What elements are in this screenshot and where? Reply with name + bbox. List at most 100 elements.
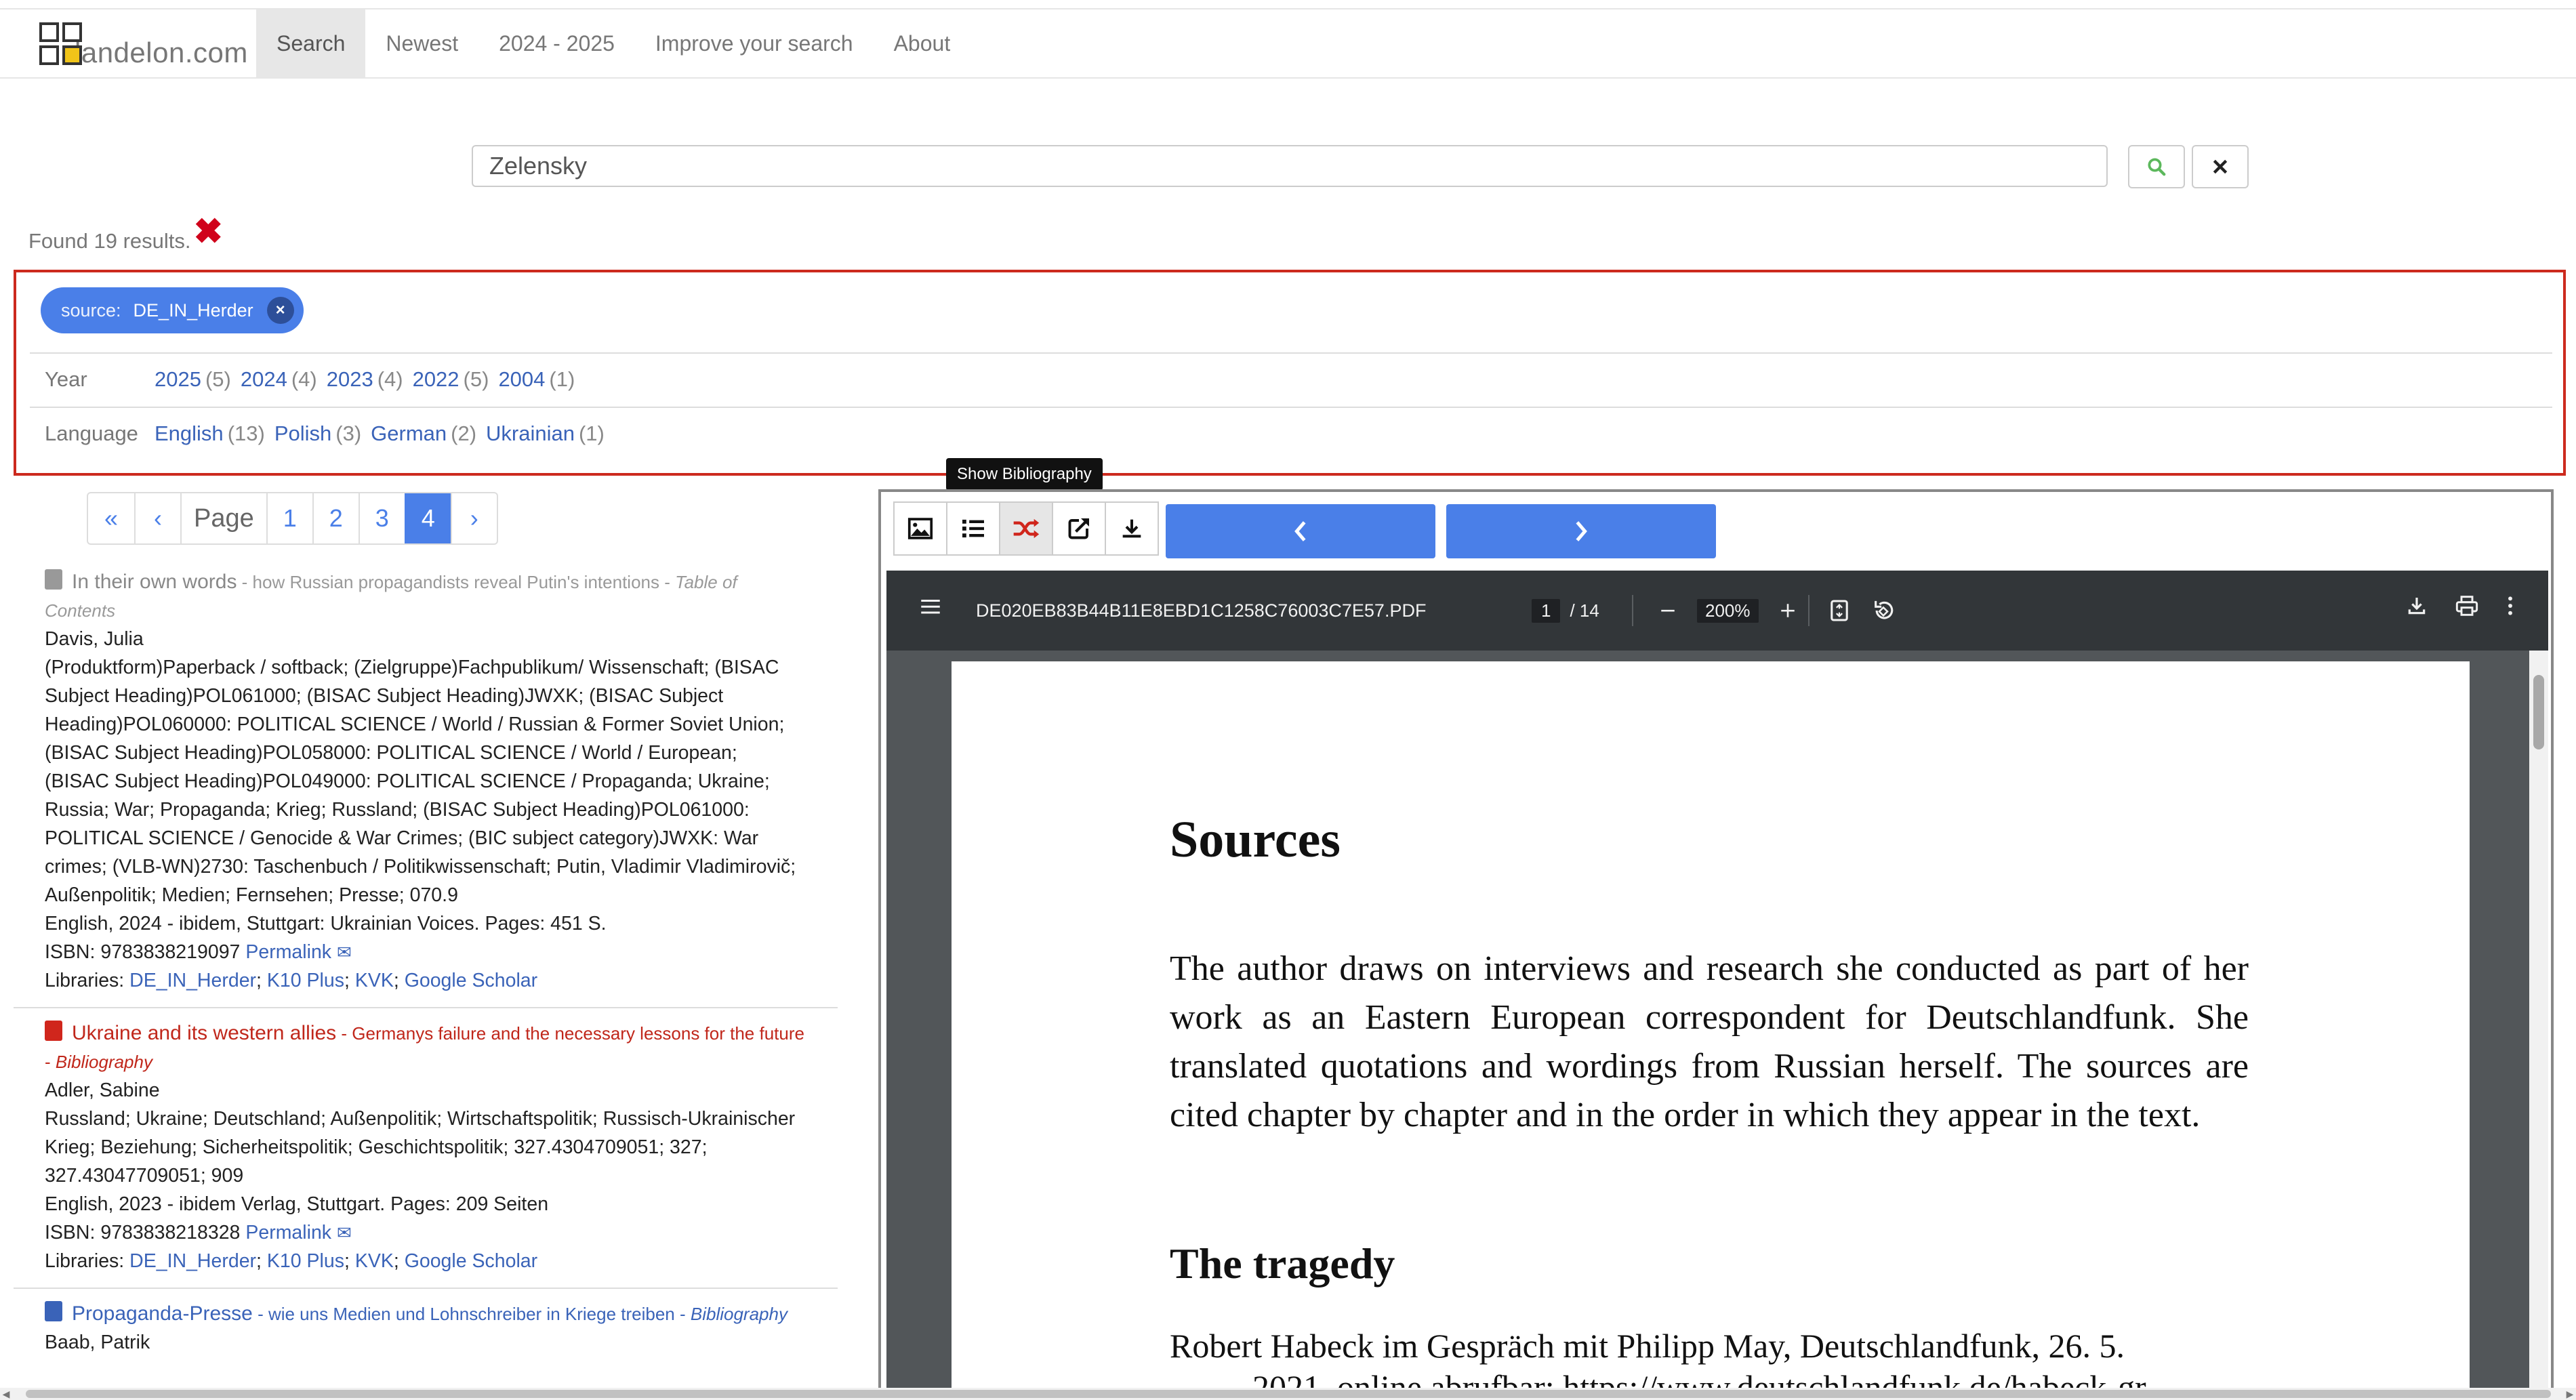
- more-options-icon[interactable]: [2506, 595, 2514, 617]
- facet-year-value[interactable]: 2023 (4): [327, 367, 403, 392]
- pdf-filename: DE020EB83B44B11E8EBD1C1258C76003C7E57.PD…: [976, 600, 1427, 621]
- result-publication: English, 2023 - ibidem Verlag, Stuttgart…: [45, 1193, 549, 1215]
- facet-language: Language English (13) Polish (3) German (2)…: [30, 407, 2552, 459]
- permalink-link[interactable]: Permalink: [245, 1222, 331, 1243]
- results-list: In their own words - how Russian propaga…: [14, 567, 838, 1386]
- rotate-icon[interactable]: [1872, 599, 1895, 622]
- scroll-right-icon[interactable]: ▶: [2564, 1388, 2576, 1400]
- open-external-button[interactable]: [1052, 501, 1106, 556]
- facet-year-value[interactable]: 2004 (1): [498, 367, 575, 392]
- list-item: In their own words - how Russian propaga…: [14, 567, 838, 1008]
- nav-about[interactable]: About: [874, 9, 971, 77]
- navbar: dandelon.com Search Newest 2024 - 2025 I…: [0, 9, 2576, 79]
- result-subjects: (Produktform)Paperback / softback; (Ziel…: [45, 657, 796, 906]
- fit-page-icon[interactable]: [1830, 599, 1849, 622]
- page-3-button[interactable]: 3: [358, 493, 405, 543]
- pdf-scrollbar-thumb[interactable]: [2533, 675, 2544, 749]
- zoom-in-icon[interactable]: [1779, 602, 1797, 619]
- pdf-page: Sources The author draws on interviews a…: [952, 661, 2470, 1400]
- brand-name: dandelon.com: [65, 37, 248, 68]
- active-filter-chip[interactable]: source: DE_IN_Herder ×: [41, 287, 304, 333]
- nav-improve-search[interactable]: Improve your search: [635, 9, 874, 77]
- result-author: Davis, Julia: [45, 628, 144, 650]
- document-viewer: DE020EB83B44B11E8EBD1C1258C76003C7E57.PD…: [878, 489, 2554, 1400]
- next-page-button[interactable]: ›: [450, 493, 497, 543]
- library-link[interactable]: Google Scholar: [405, 970, 537, 991]
- results-count-text: Found 19 results.: [28, 229, 191, 253]
- facet-year-value[interactable]: 2025 (5): [155, 367, 231, 392]
- remove-filter-icon[interactable]: ×: [266, 297, 294, 324]
- dandelon-logo-icon: [39, 22, 84, 67]
- book-icon: [45, 569, 62, 590]
- show-image-button[interactable]: [893, 501, 947, 556]
- page-4-button[interactable]: 4: [404, 493, 451, 543]
- pdf-page-indicator: 1 / 14: [1532, 596, 1599, 625]
- print-icon[interactable]: [2455, 595, 2479, 617]
- zoom-level[interactable]: 200%: [1697, 598, 1759, 623]
- nav-newest[interactable]: Newest: [365, 9, 478, 77]
- search-input[interactable]: Zelensky: [472, 145, 2108, 187]
- pdf-page-input[interactable]: 1: [1532, 598, 1561, 623]
- library-link[interactable]: KVK: [355, 970, 394, 991]
- facet-year: Year 2025 (5) 2024 (4) 2023 (4) 2022 (5) 200…: [30, 352, 2552, 405]
- facet-language-value[interactable]: Ukrainian (1): [486, 421, 605, 446]
- result-title[interactable]: Ukraine and its western allies - Germany…: [45, 1019, 806, 1076]
- scroll-left-icon[interactable]: ◀: [0, 1388, 12, 1400]
- result-title[interactable]: Propaganda-Presse - wie uns Medien und L…: [45, 1300, 806, 1328]
- chevron-left-icon: [1294, 521, 1306, 541]
- hamburger-icon: [921, 600, 940, 614]
- horizontal-scrollbar[interactable]: ◀ ▶: [0, 1388, 2576, 1400]
- library-link[interactable]: DE_IN_Herder: [129, 1250, 256, 1272]
- result-isbn-row: ISBN: 9783838218328 Permalink ✉: [45, 1222, 352, 1243]
- library-link[interactable]: KVK: [355, 1250, 394, 1272]
- page-2-button[interactable]: 2: [312, 493, 359, 543]
- mail-icon[interactable]: ✉: [337, 1222, 352, 1243]
- search-button[interactable]: [2128, 145, 2185, 188]
- pdf-menu-button[interactable]: [920, 598, 941, 619]
- pdf-paragraph: The author draws on interviews and resea…: [1170, 949, 2249, 1134]
- library-link[interactable]: K10 Plus: [267, 1250, 344, 1272]
- result-libraries: Libraries: DE_IN_Herder; K10 Plus; KVK; …: [45, 970, 538, 991]
- show-toc-button[interactable]: [946, 501, 1000, 556]
- external-link-icon: [1068, 518, 1089, 539]
- library-link[interactable]: K10 Plus: [267, 970, 344, 991]
- pdf-toolbar: DE020EB83B44B11E8EBD1C1258C76003C7E57.PD…: [886, 571, 2548, 651]
- first-page-button[interactable]: «: [88, 493, 134, 543]
- top-edge: [0, 0, 2576, 9]
- clear-search-button[interactable]: [2192, 145, 2249, 188]
- prev-page-button[interactable]: ‹: [134, 493, 180, 543]
- permalink-link[interactable]: Permalink: [245, 941, 331, 963]
- library-link[interactable]: DE_IN_Herder: [129, 970, 256, 991]
- pdf-scrollbar[interactable]: [2529, 651, 2548, 1393]
- facet-language-value[interactable]: German (2): [371, 421, 476, 446]
- nav-search[interactable]: Search: [256, 9, 366, 77]
- divider: [1632, 595, 1633, 626]
- result-title[interactable]: In their own words - how Russian propaga…: [45, 568, 806, 625]
- horizontal-scrollbar-thumb[interactable]: [26, 1390, 2551, 1398]
- brand-logo[interactable]: dandelon.com: [39, 20, 248, 69]
- mail-icon[interactable]: ✉: [337, 942, 352, 962]
- download-button[interactable]: [1105, 501, 1159, 556]
- facet-language-value[interactable]: Polish (3): [274, 421, 361, 446]
- facet-panel: source: DE_IN_Herder × Year 2025 (5) 2024…: [14, 270, 2566, 476]
- result-author: Adler, Sabine: [45, 1079, 160, 1101]
- zoom-out-icon[interactable]: [1659, 602, 1677, 619]
- list-item: Ukraine and its western allies - Germany…: [14, 1008, 838, 1289]
- show-bibliography-button[interactable]: [999, 501, 1053, 556]
- reset-results-icon[interactable]: ✖: [194, 214, 224, 249]
- list-icon: [962, 519, 984, 538]
- result-subjects: Russland; Ukraine; Deutschland; Außenpol…: [45, 1108, 796, 1187]
- facet-year-value[interactable]: 2024 (4): [241, 367, 317, 392]
- nav-2024-2025[interactable]: 2024 - 2025: [478, 9, 635, 77]
- previous-document-button[interactable]: [1166, 504, 1435, 558]
- facet-language-value[interactable]: English (13): [155, 421, 265, 446]
- book-icon: [45, 1301, 62, 1321]
- download-icon[interactable]: [2406, 595, 2428, 617]
- pdf-canvas: Sources The author draws on interviews a…: [886, 651, 2548, 1400]
- divider: [1808, 595, 1810, 626]
- page-1-button[interactable]: 1: [266, 493, 312, 543]
- next-document-button[interactable]: [1446, 504, 1716, 558]
- library-link[interactable]: Google Scholar: [405, 1250, 537, 1272]
- facet-year-value[interactable]: 2022 (5): [413, 367, 489, 392]
- result-author: Baab, Patrik: [45, 1332, 150, 1353]
